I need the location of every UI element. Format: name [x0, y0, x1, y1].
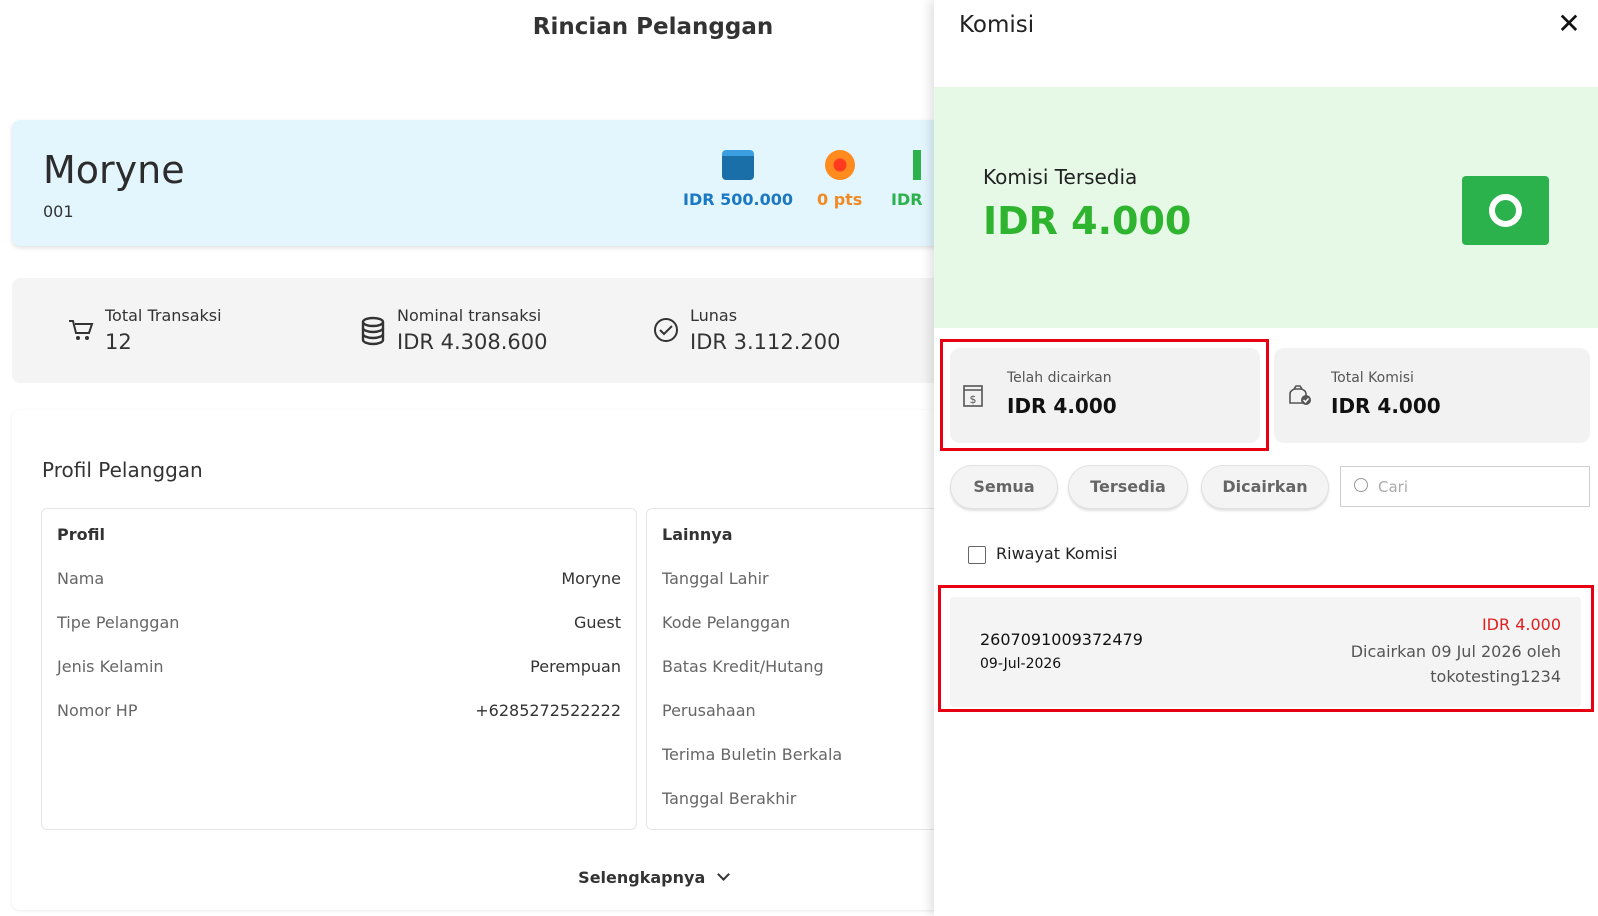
profile-row: Nama Moryne	[57, 569, 621, 588]
filter-tersedia-button[interactable]: Tersedia	[1068, 465, 1188, 509]
search-box	[1340, 466, 1590, 507]
stat-label: Lunas	[690, 306, 738, 325]
row-value: Guest	[574, 613, 621, 632]
row-key: Perusahaan	[662, 701, 756, 720]
row-key: Terima Buletin Berkala	[662, 745, 843, 764]
cash-icon	[1462, 176, 1549, 245]
total-commission-card: Total Komisi IDR 4.000	[1274, 348, 1590, 443]
stat-value: IDR 3.112.200	[690, 330, 841, 354]
stat-value: 12	[105, 330, 132, 354]
wallet-icon	[722, 150, 754, 180]
profile-row: Nomor HP +6285272522222	[57, 701, 621, 720]
history-checkbox[interactable]	[968, 546, 986, 564]
history-label: Riwayat Komisi	[996, 544, 1118, 563]
check-circle-icon	[652, 316, 680, 344]
available-commission-panel: Komisi Tersedia IDR 4.000	[934, 87, 1598, 328]
show-more-label: Selengkapnya	[578, 868, 706, 887]
search-icon	[1354, 478, 1368, 492]
profile-section: Profil Pelanggan Profil Nama Moryne Tipe …	[12, 410, 1012, 910]
stat-label: Nominal transaksi	[397, 306, 542, 325]
row-key: Nomor HP	[57, 701, 138, 720]
profile-card-heading: Profil	[57, 525, 105, 544]
points-icon	[824, 150, 855, 180]
highlight-box	[938, 585, 1594, 712]
row-key: Batas Kredit/Hutang	[662, 657, 824, 676]
credit-icon	[913, 150, 921, 180]
stat-value: IDR 4.308.600	[397, 330, 548, 354]
other-card-heading: Lainnya	[662, 525, 733, 544]
profile-card: Profil Nama Moryne Tipe Pelanggan Guest Je…	[41, 508, 637, 830]
row-value: Perempuan	[530, 657, 621, 676]
close-icon[interactable]: ✕	[1554, 10, 1584, 40]
money-bag-check-icon	[1286, 384, 1312, 413]
cart-icon	[67, 316, 95, 344]
row-key: Tanggal Berakhir	[662, 789, 797, 808]
points-chip[interactable]: 0 pts	[817, 150, 862, 209]
profile-row: Jenis Kelamin Perempuan	[57, 657, 621, 676]
filter-semua-button[interactable]: Semua	[950, 465, 1058, 509]
highlight-box	[940, 339, 1269, 451]
customer-code: 001	[43, 202, 74, 221]
row-value: Moryne	[561, 569, 621, 588]
total-commission-label: Total Komisi	[1331, 370, 1414, 386]
customer-name: Moryne	[43, 148, 185, 192]
deposit-chip[interactable]: IDR 500.000	[683, 150, 793, 209]
customer-summary-card: Moryne 001 IDR 500.000 0 pts IDR	[12, 120, 1012, 246]
available-label: Komisi Tersedia	[983, 165, 1138, 189]
profile-title: Profil Pelanggan	[42, 458, 203, 482]
credit-value: IDR	[891, 190, 923, 209]
total-commission-value: IDR 4.000	[1331, 394, 1441, 418]
chevron-down-icon	[716, 868, 730, 881]
filter-dicairkan-button[interactable]: Dicairkan	[1201, 465, 1329, 509]
commission-drawer: Komisi ✕ Komisi Tersedia IDR 4.000 $ Tel…	[934, 0, 1598, 916]
drawer-title: Komisi	[959, 12, 1035, 38]
row-key: Jenis Kelamin	[57, 657, 164, 676]
row-key: Kode Pelanggan	[662, 613, 791, 632]
profile-row: Tipe Pelanggan Guest	[57, 613, 621, 632]
row-key: Tipe Pelanggan	[57, 613, 180, 632]
available-value: IDR 4.000	[983, 199, 1192, 243]
coins-icon	[359, 316, 387, 346]
search-input[interactable]	[1378, 476, 1578, 498]
row-key: Tanggal Lahir	[662, 569, 769, 588]
deposit-value: IDR 500.000	[683, 190, 793, 209]
points-value: 0 pts	[817, 190, 863, 209]
transaction-stats: Total Transaksi 12 Nominal transaksi IDR…	[12, 278, 1012, 383]
credit-chip[interactable]: IDR	[891, 150, 923, 209]
stat-label: Total Transaksi	[105, 306, 222, 325]
row-value: +6285272522222	[475, 701, 621, 720]
row-key: Nama	[57, 569, 105, 588]
